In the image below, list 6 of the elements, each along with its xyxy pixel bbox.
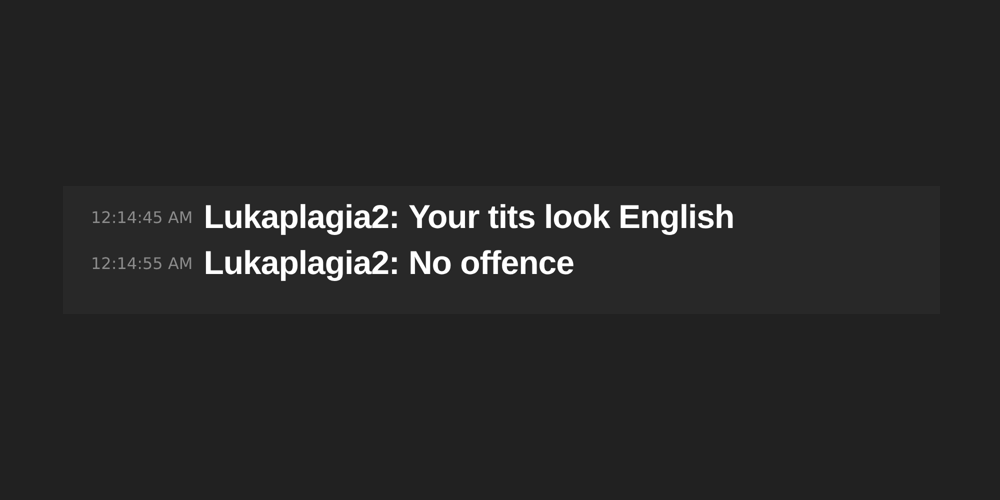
message-timestamp: 12:14:55 AM [91,254,193,272]
message-author: Lukaplagia2: [204,244,400,282]
message-timestamp: 12:14:45 AM [91,208,193,226]
message-text: No offence [408,244,574,282]
message-text: Your tits look English [408,198,734,236]
message-author: Lukaplagia2: [204,198,400,236]
